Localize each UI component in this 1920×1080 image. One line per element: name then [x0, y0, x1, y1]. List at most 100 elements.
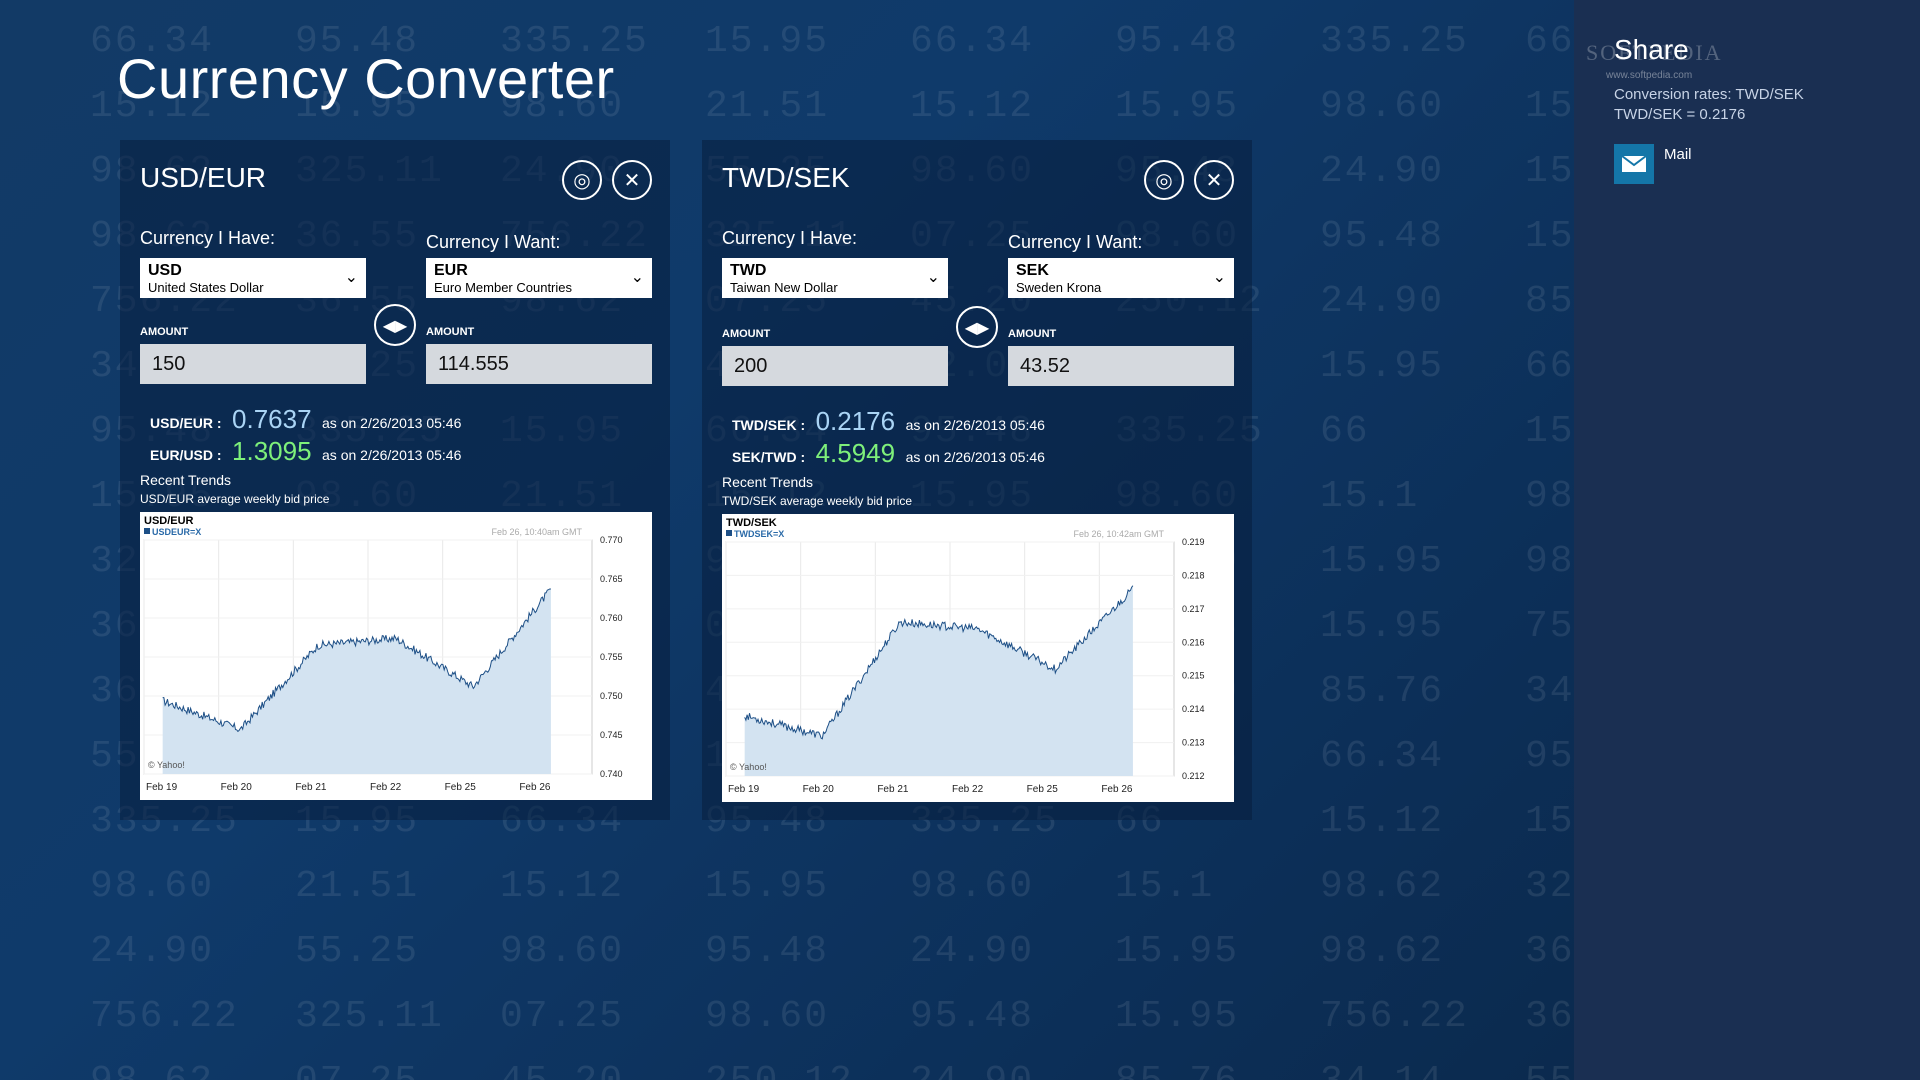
share-rate: TWD/SEK = 0.2176	[1614, 106, 1746, 123]
rate-pair: EUR/USD	[150, 447, 214, 463]
want-currency-select[interactable]: SEK Sweden Krona ⌄	[1008, 258, 1234, 298]
want-currency-code: EUR	[434, 262, 468, 279]
background-number: 756.22	[1525, 605, 1574, 648]
mail-icon	[1621, 155, 1647, 172]
x-tick-label: Feb 22	[370, 782, 402, 793]
close-button[interactable]: ✕	[1194, 160, 1234, 200]
have-label: Currency I Have:	[722, 228, 858, 248]
y-tick-label: 0.214	[1182, 704, 1205, 714]
rate-line-1: USD/EUR : 0.7637 as on 2/26/2013 05:46	[150, 404, 462, 434]
background-number: 34.14	[1320, 1060, 1444, 1080]
mail-label[interactable]: Mail	[1664, 146, 1692, 163]
y-tick-label: 0.765	[600, 574, 623, 584]
background-number: 66.34	[1320, 735, 1445, 778]
background-number: 07.25	[500, 995, 625, 1038]
background-number: 15.95	[1525, 150, 1574, 193]
background-number: 45.20	[500, 1060, 624, 1080]
x-tick-label: Feb 25	[445, 782, 477, 793]
background-number: 95.48	[1115, 20, 1240, 63]
background-number: 15.12	[910, 85, 1035, 128]
want-amount-label: AMOUNT	[1008, 328, 1057, 340]
app-title: Currency Converter	[117, 47, 615, 110]
softpedia-watermark-url: www.softpedia.com	[1606, 70, 1693, 81]
x-tick-label: Feb 20	[221, 782, 253, 793]
converter-panel-usd-eur: USD/EUR ◎ ✕ Currency I Have: Currency I …	[120, 140, 670, 820]
softpedia-watermark: SOFTPEDIA	[1586, 40, 1723, 65]
y-tick-label: 0.755	[600, 652, 623, 662]
rate-pair: USD/EUR	[150, 415, 214, 431]
background-number: 66	[1320, 410, 1370, 453]
background-number: 98.62	[1525, 475, 1574, 518]
want-label: Currency I Want:	[1008, 232, 1143, 252]
y-tick-label: 0.215	[1182, 671, 1205, 681]
background-number: 15.95	[1320, 540, 1445, 583]
y-tick-label: 0.740	[600, 769, 623, 779]
background-number: 24.90	[910, 1060, 1034, 1080]
background-number: 24.90	[1320, 280, 1445, 323]
chart-timestamp: Feb 26, 10:40am GMT	[491, 527, 582, 537]
legend-label: TWDSEK=X	[734, 529, 784, 539]
have-currency-select[interactable]: TWD Taiwan New Dollar ⌄	[722, 258, 948, 298]
background-number: 15.95	[1115, 995, 1240, 1038]
rate-asof: as on 2/26/2013 05:46	[322, 415, 462, 431]
background-number: 66.34	[910, 20, 1035, 63]
legend-swatch	[726, 530, 732, 536]
rate-value: 0.7637	[232, 404, 312, 434]
background-number: 95.48	[1320, 215, 1445, 258]
pin-button[interactable]: ◎	[1144, 160, 1184, 200]
swap-button[interactable]: ◀▶	[374, 304, 416, 346]
x-tick-label: Feb 26	[1101, 784, 1133, 795]
want-currency-name: Euro Member Countries	[434, 280, 572, 295]
background-number: 98.60	[90, 865, 215, 908]
chart-credit: © Yahoo!	[730, 762, 767, 772]
x-tick-label: Feb 22	[952, 784, 984, 795]
background-number: 15.95	[1525, 215, 1574, 258]
trends-title: Recent Trends	[140, 472, 232, 488]
chevron-down-icon: ⌄	[1212, 267, 1226, 286]
have-currency-select[interactable]: USD United States Dollar ⌄	[140, 258, 366, 298]
trends-subtitle: USD/EUR average weekly bid price	[140, 492, 330, 506]
have-label: Currency I Have:	[140, 228, 276, 248]
have-amount-input[interactable]: 150	[140, 344, 366, 384]
y-tick-label: 0.760	[600, 613, 623, 623]
have-amount-input[interactable]: 200	[722, 346, 948, 386]
background-number: 85.76	[1320, 670, 1445, 713]
rate-line-1: TWD/SEK : 0.2176 as on 2/26/2013 05:46	[732, 406, 1045, 436]
background-number: 98.62	[90, 1060, 214, 1080]
want-amount-input[interactable]: 43.52	[1008, 346, 1234, 386]
want-amount-input[interactable]: 114.555	[426, 344, 652, 384]
background-number: 15.95	[1525, 800, 1574, 843]
rate-line-2: SEK/TWD : 4.5949 as on 2/26/2013 05:46	[732, 438, 1045, 468]
rate-value: 4.5949	[815, 438, 896, 468]
background-number: 98.62	[1525, 540, 1574, 583]
background-number: 15.12	[1525, 410, 1574, 453]
background-number: 15.95	[705, 865, 830, 908]
chart-svg: Feb 19 Feb 20 Feb 21 Feb 22 Feb 25 Feb 26 0.21…	[725, 517, 1205, 795]
swap-icon: ◀▶	[382, 315, 408, 335]
rate-pair: SEK/TWD	[732, 449, 797, 465]
want-currency-select[interactable]: EUR Euro Member Countries ⌄	[426, 258, 652, 298]
close-button[interactable]: ✕	[612, 160, 652, 200]
y-tick-label: 0.745	[600, 730, 623, 740]
background-number: 55.25	[1525, 1060, 1574, 1080]
share-description: Conversion rates: TWD/SEK	[1614, 86, 1804, 103]
pin-icon: ◎	[573, 168, 591, 192]
rate-pair: TWD/SEK	[732, 417, 797, 433]
swap-button[interactable]: ◀▶	[956, 306, 998, 348]
panel-title: USD/EUR	[140, 162, 267, 193]
want-amount-label: AMOUNT	[426, 326, 475, 338]
background-number: 98.60	[705, 995, 830, 1038]
pin-button[interactable]: ◎	[562, 160, 602, 200]
chevron-down-icon: ⌄	[926, 267, 940, 286]
want-currency-code: SEK	[1016, 262, 1049, 279]
mail-share-target[interactable]	[1614, 144, 1654, 184]
background-number: 85.76	[1115, 1060, 1239, 1080]
background-number: 15.1	[1115, 865, 1215, 908]
pin-icon: ◎	[1155, 168, 1173, 192]
have-currency-code: USD	[148, 262, 182, 279]
rate-asof: as on 2/26/2013 05:46	[322, 447, 462, 463]
y-tick-label: 0.212	[1182, 771, 1205, 781]
x-tick-label: Feb 21	[295, 782, 327, 793]
background-number: 36.55	[1525, 930, 1574, 973]
background-number: 34.14	[1525, 670, 1574, 713]
